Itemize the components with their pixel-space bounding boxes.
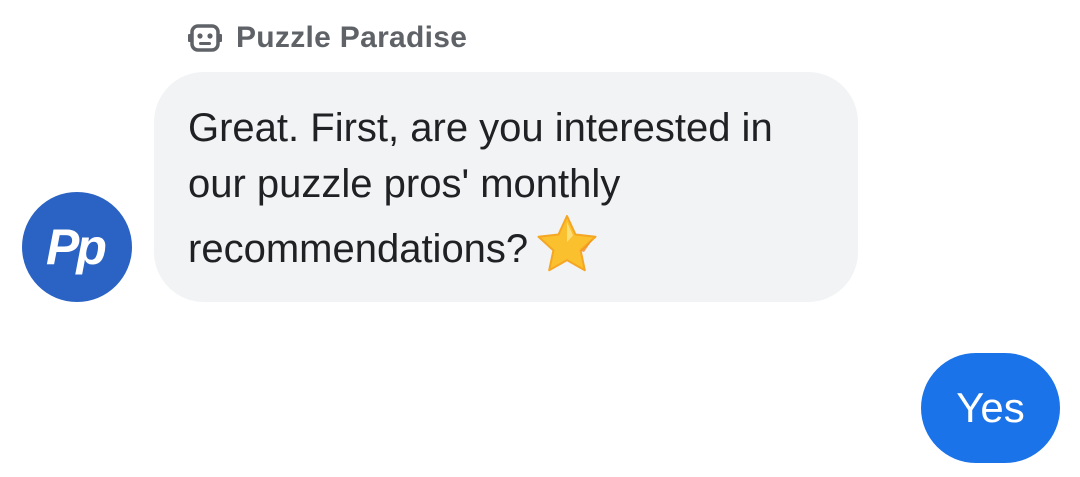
avatar: Pp: [22, 192, 132, 302]
star-icon: [537, 215, 597, 272]
message-text: Great. First, are you interested in our …: [188, 106, 773, 271]
sender-header: Puzzle Paradise: [186, 18, 467, 58]
message-body: Great. First, are you interested in our …: [188, 100, 828, 278]
message-bubble: Great. First, are you interested in our …: [154, 72, 858, 302]
yes-reply-button[interactable]: Yes: [921, 353, 1060, 463]
avatar-initials: Pp: [46, 219, 107, 275]
sender-name: Puzzle Paradise: [236, 21, 468, 54]
bot-icon: [188, 24, 222, 52]
